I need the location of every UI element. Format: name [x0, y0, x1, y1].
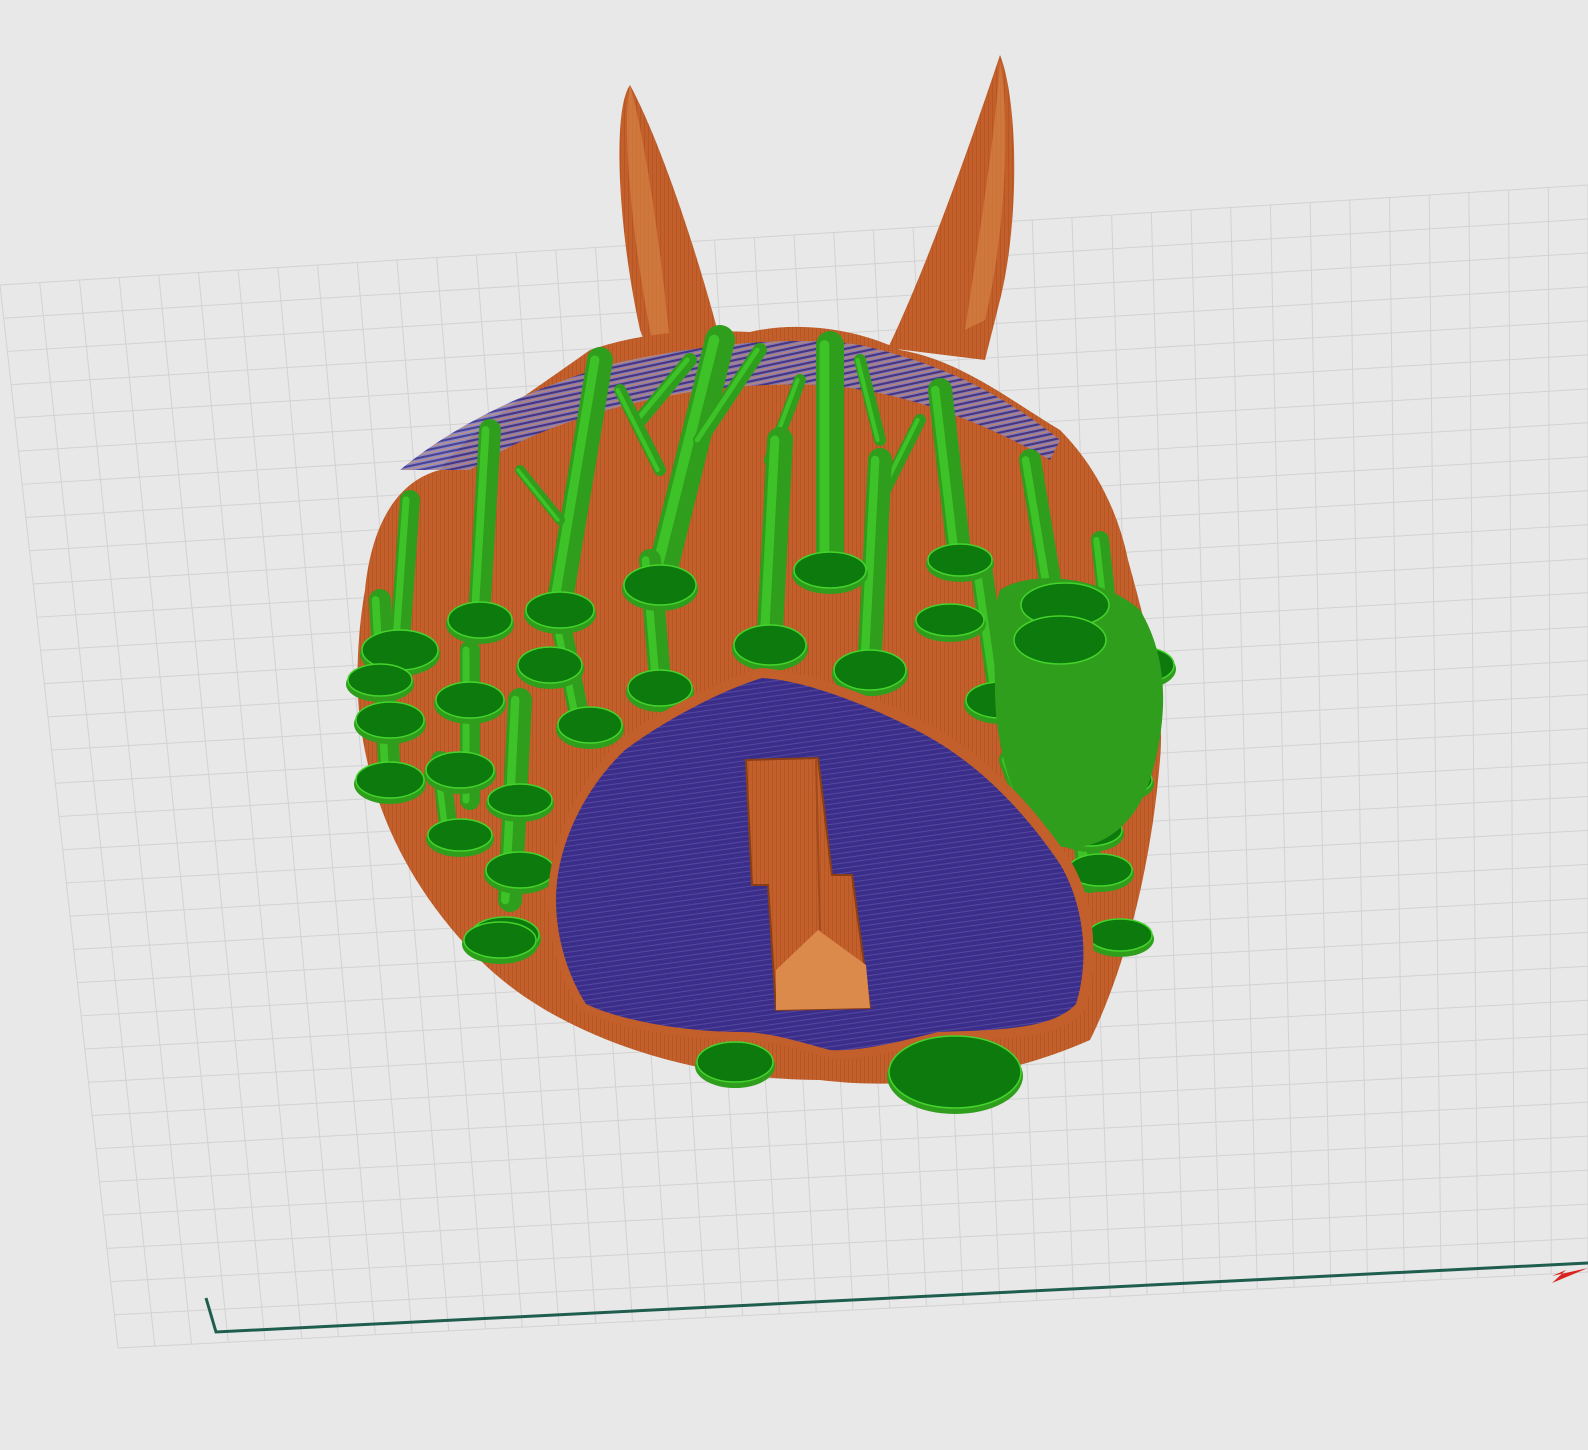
right-horn — [888, 55, 1015, 360]
build-plate-border — [204, 1261, 1588, 1334]
slicer-3d-viewport[interactable] — [0, 0, 1588, 1450]
axis-arrow-icon — [1552, 1268, 1588, 1283]
print-preview-scene[interactable] — [0, 0, 1588, 1450]
left-horn — [619, 85, 722, 355]
